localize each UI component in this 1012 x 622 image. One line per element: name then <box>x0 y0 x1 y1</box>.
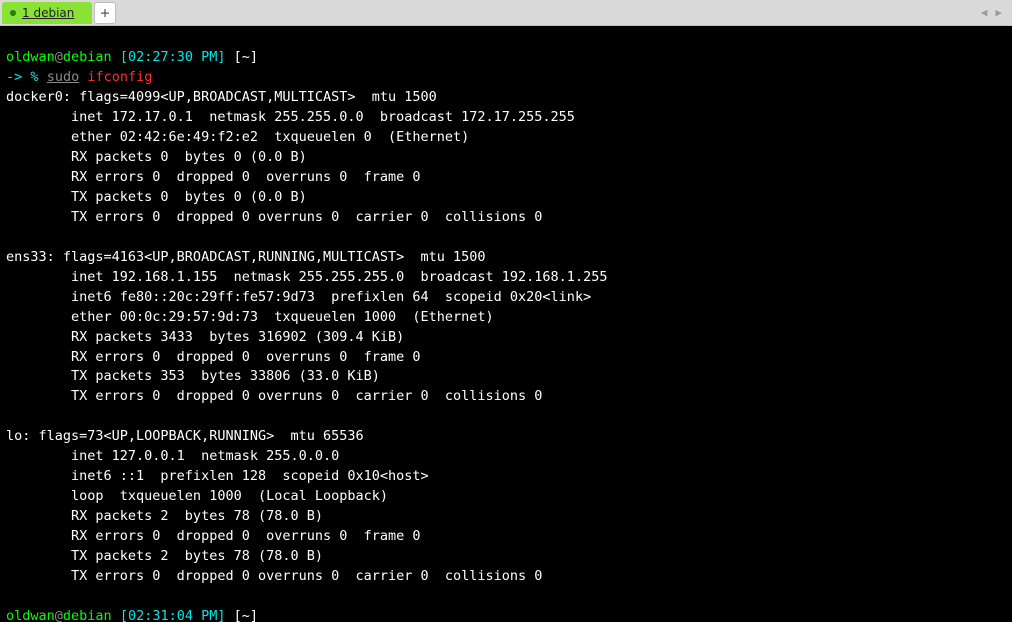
ps2-percent: % <box>30 69 38 85</box>
prompt-user: oldwan <box>6 49 55 65</box>
iface-lo-l6: TX packets 2 bytes 78 (78.0 B) <box>6 548 323 564</box>
cmd-sudo: sudo <box>47 69 80 85</box>
ps2-arrow: -> <box>6 69 22 85</box>
prompt2-time: [02:31:04 PM] <box>120 608 226 622</box>
tab-scroll-left-icon[interactable]: ◀ <box>981 6 988 19</box>
tab-indicator-icon <box>10 10 16 16</box>
iface-ens33-l5: RX errors 0 dropped 0 overruns 0 frame 0 <box>6 349 421 365</box>
iface-ens33-head: ens33: flags=4163<UP,BROADCAST,RUNNING,M… <box>6 249 486 265</box>
cmd-ifconfig: ifconfig <box>87 69 152 85</box>
iface-docker0-l3: RX packets 0 bytes 0 (0.0 B) <box>6 149 307 165</box>
prompt2-at: @ <box>55 608 63 622</box>
iface-docker0-l5: TX packets 0 bytes 0 (0.0 B) <box>6 189 307 205</box>
iface-lo-l4: RX packets 2 bytes 78 (78.0 B) <box>6 508 323 524</box>
iface-lo-l3: loop txqueuelen 1000 (Local Loopback) <box>6 488 388 504</box>
iface-docker0-l6: TX errors 0 dropped 0 overruns 0 carrier… <box>6 209 542 225</box>
iface-ens33-l4: RX packets 3433 bytes 316902 (309.4 KiB) <box>6 329 404 345</box>
prompt-at: @ <box>55 49 63 65</box>
iface-lo-l1: inet 127.0.0.1 netmask 255.0.0.0 <box>6 448 339 464</box>
new-tab-button[interactable]: + <box>94 2 116 24</box>
iface-docker0-l1: inet 172.17.0.1 netmask 255.255.0.0 broa… <box>6 109 575 125</box>
prompt2-cwd: [~] <box>234 608 258 622</box>
iface-docker0-head: docker0: flags=4099<UP,BROADCAST,MULTICA… <box>6 89 437 105</box>
plus-icon: + <box>100 4 109 22</box>
iface-lo-head: lo: flags=73<UP,LOOPBACK,RUNNING> mtu 65… <box>6 428 364 444</box>
prompt-host: debian <box>63 49 112 65</box>
prompt2-host: debian <box>63 608 112 622</box>
tab-scroll-right-icon[interactable]: ▶ <box>995 6 1002 19</box>
tab-label: 1 debian <box>22 6 74 20</box>
iface-docker0-l4: RX errors 0 dropped 0 overruns 0 frame 0 <box>6 169 421 185</box>
iface-lo-l7: TX errors 0 dropped 0 overruns 0 carrier… <box>6 568 542 584</box>
iface-ens33-l2: inet6 fe80::20c:29ff:fe57:9d73 prefixlen… <box>6 289 591 305</box>
prompt2-user: oldwan <box>6 608 55 622</box>
prompt-time: [02:27:30 PM] <box>120 49 226 65</box>
iface-lo-l2: inet6 ::1 prefixlen 128 scopeid 0x10<hos… <box>6 468 429 484</box>
iface-docker0-l2: ether 02:42:6e:49:f2:e2 txqueuelen 0 (Et… <box>6 129 469 145</box>
iface-ens33-l6: TX packets 353 bytes 33806 (33.0 KiB) <box>6 368 380 384</box>
terminal-viewport[interactable]: oldwan@debian [02:27:30 PM] [~] -> % sud… <box>0 26 1012 622</box>
iface-ens33-l7: TX errors 0 dropped 0 overruns 0 carrier… <box>6 388 542 404</box>
iface-ens33-l3: ether 00:0c:29:57:9d:73 txqueuelen 1000 … <box>6 309 494 325</box>
tab-bar: 1 debian + ◀ ▶ <box>0 0 1012 26</box>
tab-debian[interactable]: 1 debian <box>2 2 92 24</box>
iface-lo-l5: RX errors 0 dropped 0 overruns 0 frame 0 <box>6 528 421 544</box>
tab-scroll-controls: ◀ ▶ <box>981 6 1010 19</box>
prompt-cwd: [~] <box>234 49 258 65</box>
iface-ens33-l1: inet 192.168.1.155 netmask 255.255.255.0… <box>6 269 607 285</box>
